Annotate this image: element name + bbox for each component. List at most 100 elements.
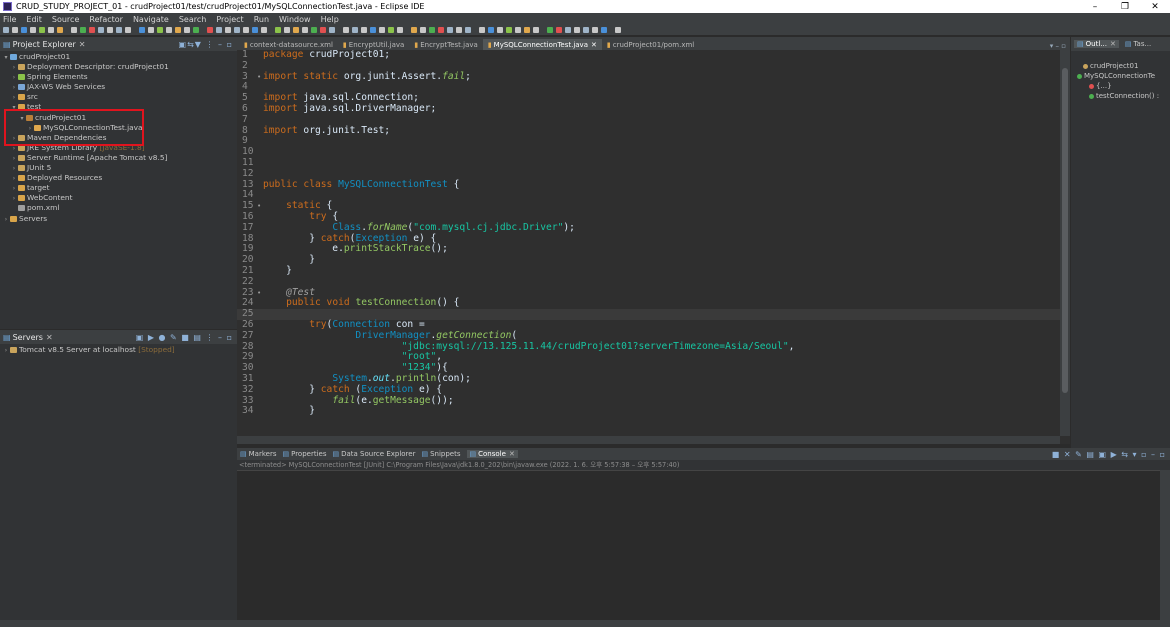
toolbar-button-icon[interactable] bbox=[574, 27, 580, 33]
toolbar-button-icon[interactable] bbox=[98, 27, 104, 33]
editor-tab-tools[interactable]: ▾ – ▫ bbox=[1050, 42, 1070, 50]
console-view-tab[interactable]: ▤ Console ✕ bbox=[466, 450, 518, 458]
toolbar-button-icon[interactable] bbox=[361, 27, 367, 33]
editor-tab[interactable]: ▮ EncryptUtil.java bbox=[338, 39, 409, 50]
project-explorer-tab[interactable]: ▤ Project Explorer ✕ ▣⇆▼ ⋮ – ▫ bbox=[0, 37, 237, 51]
toolbar-button-icon[interactable] bbox=[343, 27, 349, 33]
outline-item[interactable]: testConnection() : bbox=[1071, 91, 1170, 101]
toolbar-button-icon[interactable] bbox=[80, 27, 86, 33]
toolbar-button-icon[interactable] bbox=[388, 27, 394, 33]
tree-item[interactable]: › Deployed Resources bbox=[0, 173, 237, 183]
close-tab-icon[interactable]: ✕ bbox=[591, 41, 597, 49]
toolbar-button-icon[interactable] bbox=[533, 27, 539, 33]
toolbar-button-icon[interactable] bbox=[456, 27, 462, 33]
toolbar-button-icon[interactable] bbox=[252, 27, 258, 33]
editor-tab[interactable]: ▮ context-datasource.xml bbox=[239, 39, 338, 50]
toolbar-button-icon[interactable] bbox=[284, 27, 290, 33]
menu-file[interactable]: File bbox=[3, 15, 16, 24]
console-toolbar-icons[interactable]: ■ ✕ ✎ ▤ ▣ ▶ ⇆ ▾ ▫ – ▫ bbox=[1052, 450, 1166, 459]
outline-tabs[interactable]: ▤ Outl... ✕ ▤ Tas... bbox=[1071, 37, 1170, 51]
menu-edit[interactable]: Edit bbox=[26, 15, 42, 24]
toolbar-button-icon[interactable] bbox=[3, 27, 9, 33]
console-view-tab[interactable]: ▤ Markers bbox=[240, 450, 276, 458]
toolbar-button-icon[interactable] bbox=[320, 27, 326, 33]
toolbar-button-icon[interactable] bbox=[488, 27, 494, 33]
toolbar-button-icon[interactable] bbox=[506, 27, 512, 33]
editor-tab[interactable]: ▮ MySQLConnectionTest.java ✕ bbox=[482, 39, 602, 50]
editor-horizontal-scrollbar[interactable] bbox=[237, 436, 1060, 444]
tree-item[interactable]: › Server Runtime [Apache Tomcat v8.5] bbox=[0, 153, 237, 163]
fold-marker[interactable] bbox=[257, 136, 263, 147]
console-output[interactable] bbox=[237, 470, 1160, 620]
toolbar-button-icon[interactable] bbox=[420, 27, 426, 33]
toolbar-button-icon[interactable] bbox=[524, 27, 530, 33]
console-scrollbar[interactable] bbox=[1160, 470, 1170, 620]
menu-window[interactable]: Window bbox=[279, 15, 311, 24]
toolbar-button-icon[interactable] bbox=[216, 27, 222, 33]
tree-item[interactable]: › Servers bbox=[0, 214, 237, 224]
outline-view-tab[interactable]: ▤ Outl... ✕ bbox=[1074, 40, 1119, 48]
toolbar-button-icon[interactable] bbox=[479, 27, 485, 33]
toolbar-button-icon[interactable] bbox=[243, 27, 249, 33]
close-view-icon[interactable]: ✕ bbox=[509, 450, 515, 458]
menu-refactor[interactable]: Refactor bbox=[89, 15, 123, 24]
servers-toolbar-icons[interactable]: ▣ ▶ ● ✎ ■ ▤ ⋮ – ▫ bbox=[136, 333, 233, 342]
toolbar-button-icon[interactable] bbox=[166, 27, 172, 33]
toolbar-button-icon[interactable] bbox=[175, 27, 181, 33]
toolbar-button-icon[interactable] bbox=[57, 27, 63, 33]
expand-arrow-icon[interactable]: ▾ bbox=[2, 53, 10, 63]
scroll-thumb[interactable] bbox=[1062, 68, 1068, 393]
toolbar-button-icon[interactable] bbox=[234, 27, 240, 33]
toolbar-button-icon[interactable] bbox=[601, 27, 607, 33]
outline-item[interactable]: {...} bbox=[1071, 81, 1170, 91]
tree-item[interactable]: › src bbox=[0, 92, 237, 102]
toolbar-button-icon[interactable] bbox=[275, 27, 281, 33]
editor-tab[interactable]: ▮ crudProject01/pom.xml bbox=[602, 39, 699, 50]
menu-run[interactable]: Run bbox=[254, 15, 269, 24]
view-toolbar-icons[interactable]: ▣⇆▼ ⋮ – ▫ bbox=[179, 40, 233, 49]
menu-project[interactable]: Project bbox=[216, 15, 243, 24]
toolbar-button-icon[interactable] bbox=[370, 27, 376, 33]
toolbar-button-icon[interactable] bbox=[30, 27, 36, 33]
toolbar-button-icon[interactable] bbox=[139, 27, 145, 33]
toolbar-button-icon[interactable] bbox=[547, 27, 553, 33]
toolbar-button-icon[interactable] bbox=[411, 27, 417, 33]
toolbar-button-icon[interactable] bbox=[71, 27, 77, 33]
toolbar-button-icon[interactable] bbox=[583, 27, 589, 33]
outline-view-tab[interactable]: ▤ Tas... bbox=[1125, 40, 1151, 48]
console-view-tab[interactable]: ▤ Data Source Explorer bbox=[332, 450, 415, 458]
tree-item[interactable]: › Spring Elements bbox=[0, 72, 237, 82]
editor-vertical-scrollbar[interactable] bbox=[1060, 50, 1070, 436]
tree-item[interactable]: › WebContent bbox=[0, 193, 237, 203]
toolbar-button-icon[interactable] bbox=[261, 27, 267, 33]
menu-search[interactable]: Search bbox=[179, 15, 206, 24]
toolbar-button-icon[interactable] bbox=[565, 27, 571, 33]
toolbar-button-icon[interactable] bbox=[556, 27, 562, 33]
tree-item[interactable]: pom.xml bbox=[0, 203, 237, 213]
expand-arrow-icon[interactable]: › bbox=[2, 346, 10, 356]
toolbar-button-icon[interactable] bbox=[515, 27, 521, 33]
toolbar-button-icon[interactable] bbox=[352, 27, 358, 33]
toolbar-button-icon[interactable] bbox=[193, 27, 199, 33]
toolbar-button-icon[interactable] bbox=[116, 27, 122, 33]
close-view-icon[interactable]: ✕ bbox=[46, 333, 53, 342]
toolbar-button-icon[interactable] bbox=[429, 27, 435, 33]
toolbar-button-icon[interactable] bbox=[447, 27, 453, 33]
toolbar-button-icon[interactable] bbox=[148, 27, 154, 33]
toolbar-button-icon[interactable] bbox=[157, 27, 163, 33]
toolbar-button-icon[interactable] bbox=[397, 27, 403, 33]
toolbar-button-icon[interactable] bbox=[39, 27, 45, 33]
servers-tab[interactable]: ▤ Servers ✕ ▣ ▶ ● ✎ ■ ▤ ⋮ – ▫ bbox=[0, 330, 237, 344]
toolbar-button-icon[interactable] bbox=[379, 27, 385, 33]
toolbar-button-icon[interactable] bbox=[184, 27, 190, 33]
close-button[interactable]: ✕ bbox=[1140, 2, 1170, 12]
toolbar-button-icon[interactable] bbox=[107, 27, 113, 33]
tree-item[interactable]: › JUnit 5 bbox=[0, 163, 237, 173]
toolbar-button-icon[interactable] bbox=[438, 27, 444, 33]
toolbar-button-icon[interactable] bbox=[48, 27, 54, 33]
tree-item[interactable]: ▾ crudProject01 bbox=[0, 52, 237, 62]
toolbar-button-icon[interactable] bbox=[615, 27, 621, 33]
toolbar-button-icon[interactable] bbox=[293, 27, 299, 33]
tree-item[interactable]: › target bbox=[0, 183, 237, 193]
close-view-icon[interactable]: ✕ bbox=[1110, 40, 1116, 48]
